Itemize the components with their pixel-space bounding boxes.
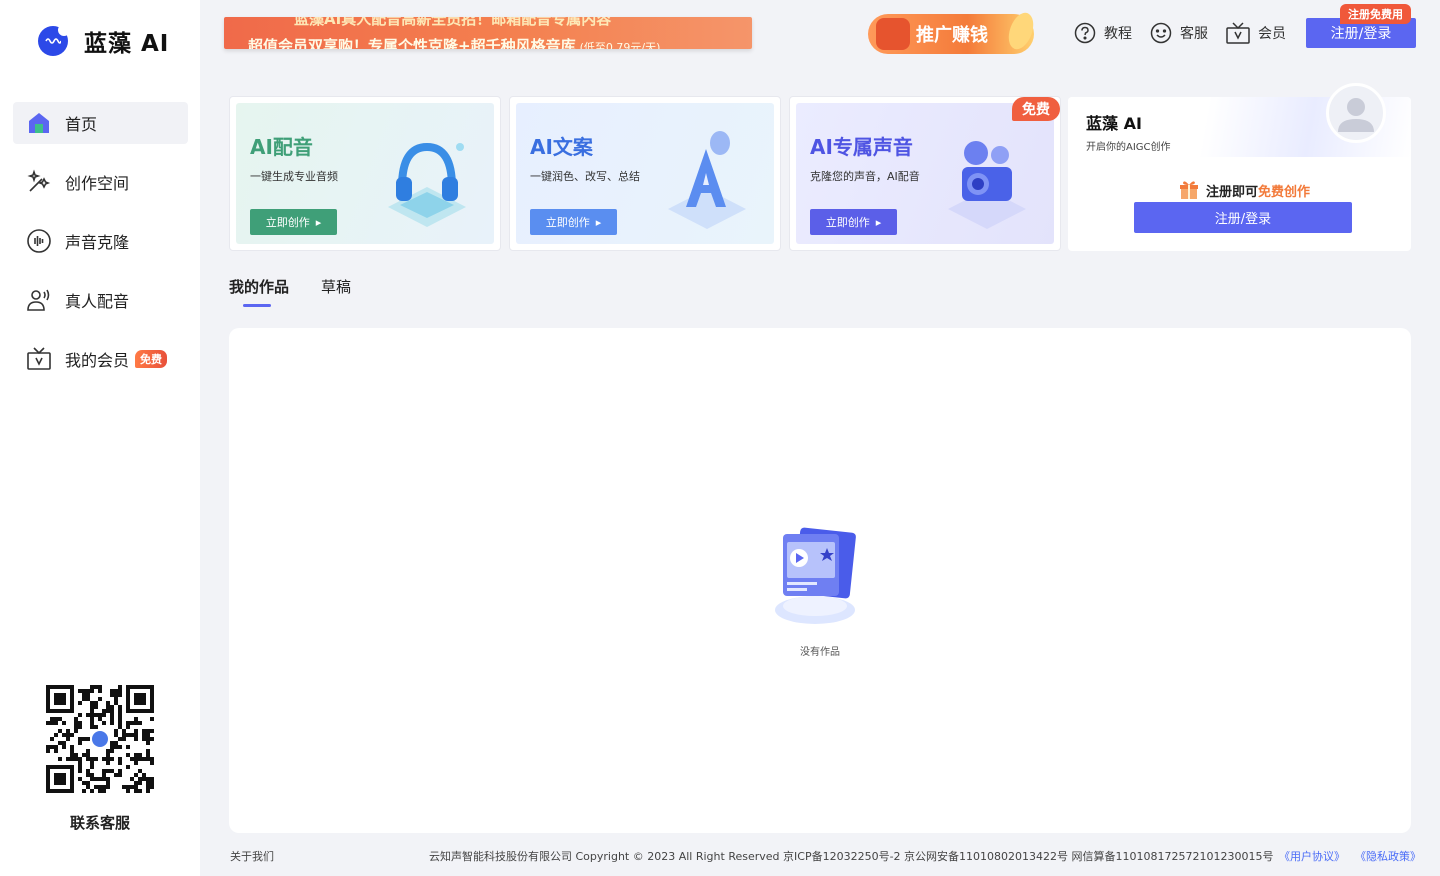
voice-wave-icon [26, 228, 52, 254]
card-desc: 一键润色、改写、总结 [530, 170, 640, 183]
promote-earn-label: 推广赚钱 [916, 25, 988, 46]
tab-my-works[interactable]: 我的作品 [229, 276, 289, 307]
feature-card-ai-dubbing[interactable]: AI配音 一键生成专业音频 立即创作 ▸ [229, 96, 501, 251]
gift-icon [1180, 181, 1198, 199]
sidebar-item-label: 首页 [65, 115, 98, 134]
works-panel: 没有作品 [229, 328, 1411, 833]
register-free-tag: 注册免费用 [1340, 4, 1411, 24]
piggy-bank-icon [876, 18, 910, 50]
user-card: 蓝藻 AI 开启你的AIGC创作 注册即可 免费创作 注册/登录 [1068, 83, 1411, 251]
empty-works-illustration [775, 527, 856, 624]
coin-icon [1004, 9, 1038, 53]
avatar[interactable] [1326, 83, 1386, 143]
copyright-text: 云知声智能科技股份有限公司 Copyright © 2023 All Right… [429, 850, 1274, 863]
tutorial-link[interactable]: 教程 [1074, 20, 1132, 46]
about-us-link[interactable]: 关于我们 [230, 848, 274, 864]
create-now-label: 立即创作 [265, 216, 310, 229]
banner-text: 超值会员双享购！专属个性克隆+超千种风格音库 [248, 37, 576, 49]
sidebar-item-creation-space[interactable]: 创作空间 [13, 161, 188, 203]
promo-banner[interactable]: 蓝藻AI真人配音高薪全员招！邮箱配音专属内容 超值会员双享购！专属个性克隆+超千… [224, 17, 752, 49]
caret-right-icon: ▸ [315, 215, 322, 229]
user-card-register-button[interactable]: 注册/登录 [1134, 202, 1352, 233]
user-promo-highlight: 免费创作 [1258, 184, 1311, 200]
free-badge: 免费 [135, 350, 168, 368]
card-title: AI专属声音 [810, 135, 913, 159]
card-desc: 克隆您的声音，AI配音 [810, 170, 920, 183]
help-icon [1074, 22, 1096, 44]
headphones-illustration [388, 142, 466, 227]
works-tabs: 我的作品 草稿 [229, 276, 351, 307]
card-inner: AI文案 一键润色、改写、总结 立即创作 ▸ [516, 103, 774, 244]
sidebar-item-label: 声音克隆 [65, 233, 130, 252]
sidebar-item-label: 我的会员 [65, 351, 130, 370]
user-subtitle: 开启你的AIGC创作 [1086, 142, 1171, 153]
membership-icon [1226, 22, 1250, 44]
empty-works-text: 没有作品 [800, 647, 840, 658]
caret-right-icon: ▸ [875, 215, 882, 229]
banner-text-top: 蓝藻AI真人配音高薪全员招！邮箱配音专属内容 [294, 17, 612, 28]
magic-wand-icon [26, 169, 52, 195]
brand-name: 蓝藻 AI [84, 31, 170, 57]
free-corner-badge: 免费 [1012, 97, 1060, 121]
top-links: 教程 客服 会员 [1074, 20, 1286, 46]
letter-a-illustration [668, 131, 746, 229]
camera-illustration [948, 141, 1026, 229]
card-inner: AI专属声音 克隆您的声音，AI配音 立即创作 ▸ [796, 103, 1054, 244]
contact-service-label: 联系客服 [69, 814, 130, 832]
card-title: AI配音 [250, 135, 313, 159]
membership-icon [26, 346, 52, 372]
home-icon [26, 110, 52, 136]
privacy-policy-link[interactable]: 《隐私政策》 [1355, 848, 1421, 864]
create-now-label: 立即创作 [545, 216, 590, 229]
membership-label: 会员 [1258, 26, 1286, 42]
brand-logo[interactable]: 蓝藻 AI [38, 24, 169, 58]
sidebar: 蓝藻 AI 首页 创作空间 声音克隆 真人配音 我的会员 免费 联系客服 [0, 0, 200, 876]
qr-code [46, 685, 154, 793]
create-now-button[interactable]: 立即创作 ▸ [250, 209, 337, 235]
smile-icon [1150, 22, 1172, 44]
banner-note: (低至0.79元/天) [579, 41, 661, 49]
tab-drafts[interactable]: 草稿 [321, 276, 351, 307]
customer-service-link[interactable]: 客服 [1150, 20, 1208, 46]
sidebar-item-label: 真人配音 [65, 292, 130, 311]
logo-icon [38, 24, 70, 56]
policy-links: 《用户协议》 《隐私政策》 [1279, 848, 1421, 864]
user-agreement-link[interactable]: 《用户协议》 [1279, 848, 1345, 864]
sidebar-nav: 首页 创作空间 声音克隆 真人配音 我的会员 免费 [13, 102, 188, 397]
user-name: 蓝藻 AI [1086, 114, 1142, 133]
card-inner: AI配音 一键生成专业音频 立即创作 ▸ [236, 103, 494, 244]
create-now-button[interactable]: 立即创作 ▸ [810, 209, 897, 235]
sidebar-item-human-dubbing[interactable]: 真人配音 [13, 279, 188, 321]
create-now-button[interactable]: 立即创作 ▸ [530, 209, 617, 235]
customer-service-label: 客服 [1180, 26, 1208, 42]
promote-earn-button[interactable]: 推广赚钱 [868, 9, 1038, 54]
membership-link[interactable]: 会员 [1226, 20, 1286, 46]
sidebar-item-home[interactable]: 首页 [13, 102, 188, 144]
default-avatar-icon [1338, 98, 1374, 132]
user-promo-prefix: 注册即可 [1206, 184, 1259, 200]
banner-text-main: 超值会员双享购！专属个性克隆+超千种风格音库 (低至0.79元/天) [248, 35, 660, 49]
sidebar-item-membership[interactable]: 我的会员 免费 [13, 338, 188, 380]
sidebar-item-label: 创作空间 [65, 174, 130, 193]
feature-card-ai-copywriting[interactable]: AI文案 一键润色、改写、总结 立即创作 ▸ [509, 96, 781, 251]
card-desc: 一键生成专业音频 [250, 170, 338, 183]
person-voice-icon [26, 287, 52, 313]
tutorial-label: 教程 [1104, 26, 1132, 42]
card-title: AI文案 [530, 135, 593, 159]
caret-right-icon: ▸ [595, 215, 602, 229]
create-now-label: 立即创作 [825, 216, 870, 229]
sidebar-item-voice-clone[interactable]: 声音克隆 [13, 220, 188, 262]
user-promo: 注册即可 免费创作 [1178, 179, 1310, 201]
